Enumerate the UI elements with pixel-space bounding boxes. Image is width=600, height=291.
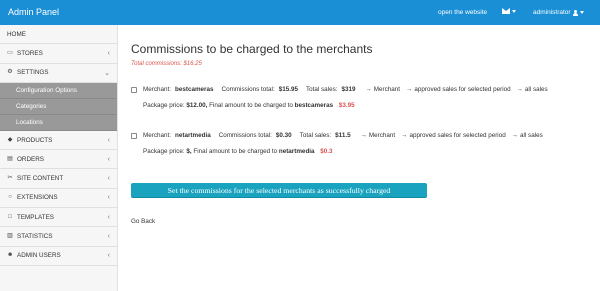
merchant-name: netartmedia bbox=[175, 132, 211, 139]
sidebar-item-products[interactable]: ◆ PRODUCTS ‹ bbox=[0, 131, 117, 151]
package-label: Package price: bbox=[143, 102, 185, 109]
commissions-value: $15.95 bbox=[278, 86, 298, 93]
final-merchant-name: bestcameras bbox=[294, 102, 334, 109]
tag-icon: ◆ bbox=[7, 136, 13, 143]
user-dropdown[interactable]: administrator bbox=[533, 9, 584, 16]
caret-down-icon bbox=[512, 9, 516, 13]
sidebar-item-settings[interactable]: ⚙ SETTINGS ⌄ bbox=[0, 64, 117, 83]
package-label: Package price: bbox=[143, 148, 185, 155]
arrow-right-icon: → bbox=[365, 86, 372, 93]
app-brand[interactable]: Admin Panel bbox=[8, 7, 59, 17]
gears-icon: ⚙ bbox=[7, 69, 13, 76]
sidebar-item-statistics[interactable]: ▥ STATISTICS ‹ bbox=[0, 227, 117, 247]
arrow-right-icon: → bbox=[401, 132, 408, 139]
arrow-right-icon: → bbox=[511, 132, 518, 139]
chevron-left-icon: ‹ bbox=[107, 213, 110, 221]
all-sales-link[interactable]: all sales bbox=[520, 132, 543, 139]
sidebar-subitem-configuration-options[interactable]: Configuration Options bbox=[0, 82, 117, 99]
merchant-entry: Merchant: netartmedia Commissions total:… bbox=[131, 132, 586, 155]
package-value: $12.00, bbox=[186, 102, 208, 109]
sidebar-item-label: STORES bbox=[17, 49, 43, 57]
page-title: Commissions to be charged to the merchan… bbox=[131, 42, 373, 56]
envelope-icon bbox=[502, 8, 510, 14]
monitor-icon: ▭ bbox=[7, 49, 13, 56]
chevron-left-icon: ‹ bbox=[107, 136, 110, 144]
sidebar-item-templates[interactable]: □ TEMPLATES ‹ bbox=[0, 208, 117, 228]
approved-sales-link[interactable]: approved sales for selected period bbox=[409, 132, 505, 139]
main-content: Commissions to be charged to the merchan… bbox=[131, 42, 586, 225]
sales-label: Total sales: bbox=[305, 86, 338, 93]
sidebar-item-label: SITE CONTENT bbox=[17, 175, 64, 183]
arrow-right-icon: → bbox=[360, 132, 367, 139]
merchant-label: Merchant: bbox=[143, 132, 171, 139]
sidebar-item-home[interactable]: HOME bbox=[0, 25, 117, 45]
sidebar-item-site-content[interactable]: ✂ SITE CONTENT ‹ bbox=[0, 169, 117, 189]
sidebar-item-stores[interactable]: ▭ STORES ‹ bbox=[0, 44, 117, 64]
orders-icon: ▤ bbox=[7, 155, 13, 162]
merchant-link[interactable]: Merchant bbox=[369, 132, 395, 139]
sales-value: $319 bbox=[341, 86, 356, 93]
merchant-name: bestcameras bbox=[175, 86, 214, 93]
final-amount-value: $3.95 bbox=[338, 102, 355, 109]
final-amount-value: $0.3 bbox=[320, 148, 333, 155]
commissions-label: Commissions total: bbox=[218, 132, 272, 139]
final-amount-label: Final amount to be charged to bbox=[193, 148, 278, 155]
sidebar-item-label: HOME bbox=[7, 30, 26, 38]
merchant-checkbox[interactable] bbox=[131, 86, 137, 93]
final-amount-label: Final amount to be charged to bbox=[209, 102, 293, 109]
chevron-left-icon: ‹ bbox=[107, 194, 110, 202]
sidebar-item-label: SETTINGS bbox=[17, 69, 49, 77]
chevron-left-icon: ‹ bbox=[107, 49, 110, 57]
sidebar-item-label: TEMPLATES bbox=[17, 213, 54, 221]
sidebar-item-label: STATISTICS bbox=[17, 233, 53, 241]
sidebar-subitem-categories[interactable]: Categories bbox=[0, 98, 117, 115]
users-icon: ☻ bbox=[7, 252, 14, 259]
sidebar-item-label: EXTENSIONS bbox=[17, 194, 58, 202]
sidebar-item-label: ORDERS bbox=[17, 155, 44, 163]
mark-charged-button[interactable]: Set the commissions for the selected mer… bbox=[131, 183, 427, 198]
messages-dropdown[interactable] bbox=[502, 8, 516, 14]
package-value: $, bbox=[186, 148, 192, 155]
sidebar-item-label: PRODUCTS bbox=[17, 136, 53, 144]
merchant-entry: Merchant: bestcameras Commissions total:… bbox=[131, 86, 586, 109]
commissions-value: $0.30 bbox=[275, 132, 292, 139]
sales-label: Total sales: bbox=[299, 132, 332, 139]
square-icon: □ bbox=[8, 213, 12, 220]
approved-sales-link[interactable]: approved sales for selected period bbox=[414, 86, 510, 93]
all-sales-link[interactable]: all sales bbox=[525, 86, 548, 93]
arrow-right-icon: → bbox=[516, 86, 523, 93]
caret-down-icon bbox=[579, 11, 584, 14]
sidebar-subitem-locations[interactable]: Locations bbox=[0, 114, 117, 131]
open-website-link[interactable]: open the website bbox=[438, 9, 487, 16]
chevron-left-icon: ‹ bbox=[107, 155, 110, 163]
go-back-link[interactable]: Go Back bbox=[131, 218, 155, 225]
chevron-down-icon: ⌄ bbox=[104, 69, 110, 77]
chart-icon: ▥ bbox=[7, 233, 13, 240]
circle-icon: ○ bbox=[8, 194, 12, 201]
sidebar: HOME ▭ STORES ‹ ⚙ SETTINGS ⌄ Configurati… bbox=[0, 25, 118, 291]
sales-value: $11.5 bbox=[335, 132, 351, 139]
final-merchant-name: netartmedia bbox=[278, 148, 315, 155]
sidebar-item-orders[interactable]: ▤ ORDERS ‹ bbox=[0, 150, 117, 170]
username: administrator bbox=[533, 9, 571, 16]
top-navbar: Admin Panel open the website administrat… bbox=[0, 0, 600, 25]
sidebar-item-label: ADMIN USERS bbox=[17, 252, 61, 260]
commissions-label: Commissions total: bbox=[221, 86, 275, 93]
chevron-left-icon: ‹ bbox=[107, 175, 110, 183]
chevron-left-icon: ‹ bbox=[107, 252, 110, 260]
sidebar-item-extensions[interactable]: ○ EXTENSIONS ‹ bbox=[0, 189, 117, 209]
merchant-checkbox[interactable] bbox=[131, 132, 137, 139]
merchant-label: Merchant: bbox=[143, 86, 171, 93]
arrow-right-icon: → bbox=[406, 86, 413, 93]
total-commissions: Total commissions: $16.25 bbox=[131, 61, 202, 67]
user-icon bbox=[572, 9, 578, 16]
merchant-link[interactable]: Merchant bbox=[374, 86, 400, 93]
sidebar-item-admin-users[interactable]: ☻ ADMIN USERS ‹ bbox=[0, 247, 117, 266]
scissors-icon: ✂ bbox=[7, 175, 13, 182]
chevron-left-icon: ‹ bbox=[107, 233, 110, 241]
